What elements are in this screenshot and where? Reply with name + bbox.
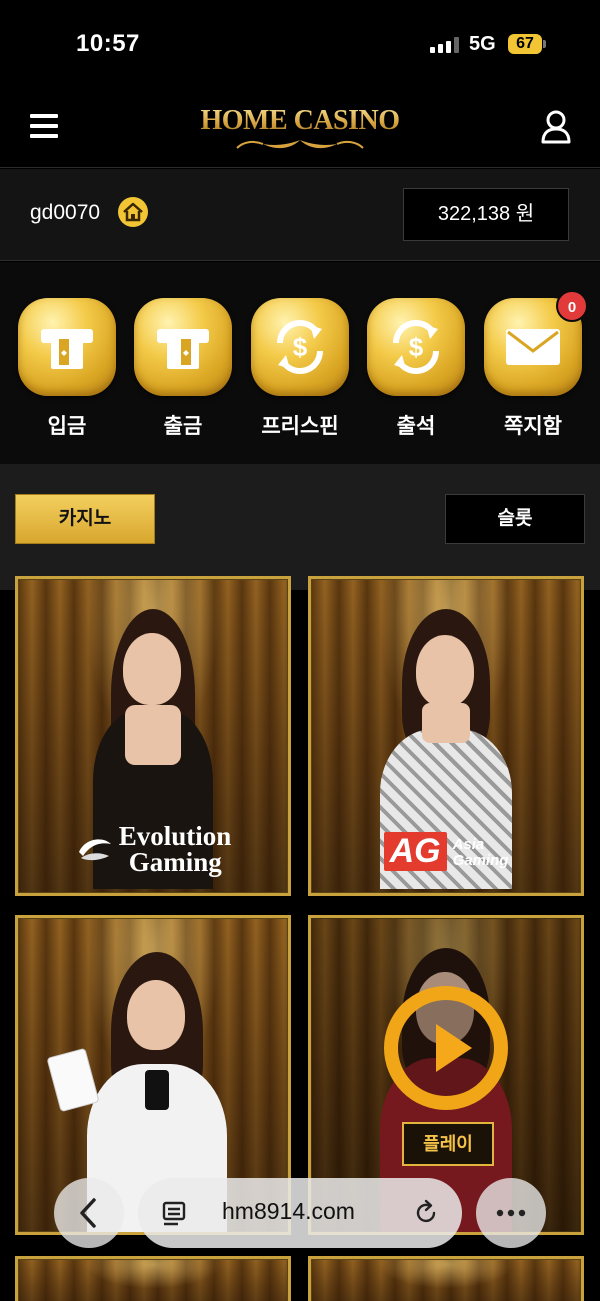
play-icon[interactable]: [384, 986, 508, 1110]
quick-menu-label: 출석: [396, 415, 436, 438]
ag-logo: AG: [383, 832, 447, 871]
atm-card-icon: [134, 298, 232, 396]
status-time: 10:57: [76, 30, 140, 57]
account-bar: gd0070 322,138 원: [0, 169, 600, 261]
logo[interactable]: HOME CASINO: [200, 104, 400, 154]
reload-icon[interactable]: [412, 1198, 442, 1228]
quick-menu: 입금 출금 $ 프리스핀 $ 출석 0 쪽지함: [0, 262, 600, 464]
provider-line1: Asia: [452, 836, 485, 854]
signal-icon: [430, 37, 462, 53]
svg-text:$: $: [409, 332, 424, 362]
svg-text:$: $: [293, 332, 308, 362]
game-card-asia-gaming[interactable]: AG Asia Gaming: [308, 576, 584, 896]
app-header: HOME CASINO: [0, 88, 600, 168]
more-button[interactable]: [476, 1178, 546, 1248]
quick-menu-deposit[interactable]: 입금: [18, 298, 116, 440]
status-bar: 10:57 5G 67: [0, 0, 600, 88]
quick-menu-withdraw[interactable]: 출금: [134, 298, 232, 440]
battery-tip: [543, 40, 546, 48]
provider-line2: Gaming: [128, 847, 222, 877]
dollar-refresh-icon: $: [367, 298, 465, 396]
game-card-evolution[interactable]: Evolution Gaming: [15, 576, 291, 896]
game-card-6[interactable]: [308, 1256, 584, 1301]
quick-menu-messages[interactable]: 0 쪽지함: [484, 290, 588, 440]
reader-icon: [162, 1201, 186, 1226]
dollar-refresh-icon: $: [251, 298, 349, 396]
play-button[interactable]: 플레이: [402, 1122, 494, 1166]
logo-ornament-icon: [236, 140, 364, 149]
home-icon[interactable]: [118, 197, 148, 227]
chevron-left-icon: [80, 1198, 96, 1228]
tab-slot[interactable]: 슬롯: [445, 494, 585, 544]
provider-logo: Evolution Gaming: [18, 823, 288, 877]
provider-logo: AG Asia Gaming: [311, 832, 581, 871]
quick-menu-label: 쪽지함: [504, 415, 562, 438]
game-card-5[interactable]: [15, 1256, 291, 1301]
user-icon[interactable]: [540, 110, 572, 144]
url-text: hm8914.com: [222, 1198, 355, 1224]
balance-display: 322,138 원: [403, 188, 569, 241]
envelope-icon: 0: [484, 290, 588, 396]
more-dots-icon: [496, 1209, 526, 1217]
provider-line2: Gaming: [452, 852, 509, 870]
menu-icon[interactable]: [30, 114, 58, 138]
logo-text: HOME CASINO: [200, 105, 400, 136]
browser-toolbar: hm8914.com: [0, 1170, 600, 1256]
notification-badge: 0: [556, 290, 588, 322]
quick-menu-label: 입금: [47, 415, 87, 438]
evolution-logo-icon: [78, 839, 111, 861]
quick-menu-label: 출금: [163, 415, 203, 438]
category-tabs: 카지노 슬롯: [0, 464, 600, 590]
quick-menu-freespin[interactable]: $ 프리스핀: [251, 298, 349, 440]
quick-menu-label: 프리스핀: [261, 415, 339, 438]
network-label: 5G: [469, 33, 496, 55]
username: gd0070: [30, 201, 101, 224]
quick-menu-attendance[interactable]: $ 출석: [367, 298, 465, 440]
address-bar[interactable]: hm8914.com: [138, 1178, 462, 1248]
tab-casino[interactable]: 카지노: [15, 494, 155, 544]
atm-card-icon: [18, 298, 116, 396]
battery-icon: 67: [508, 34, 542, 54]
back-button[interactable]: [54, 1178, 124, 1248]
